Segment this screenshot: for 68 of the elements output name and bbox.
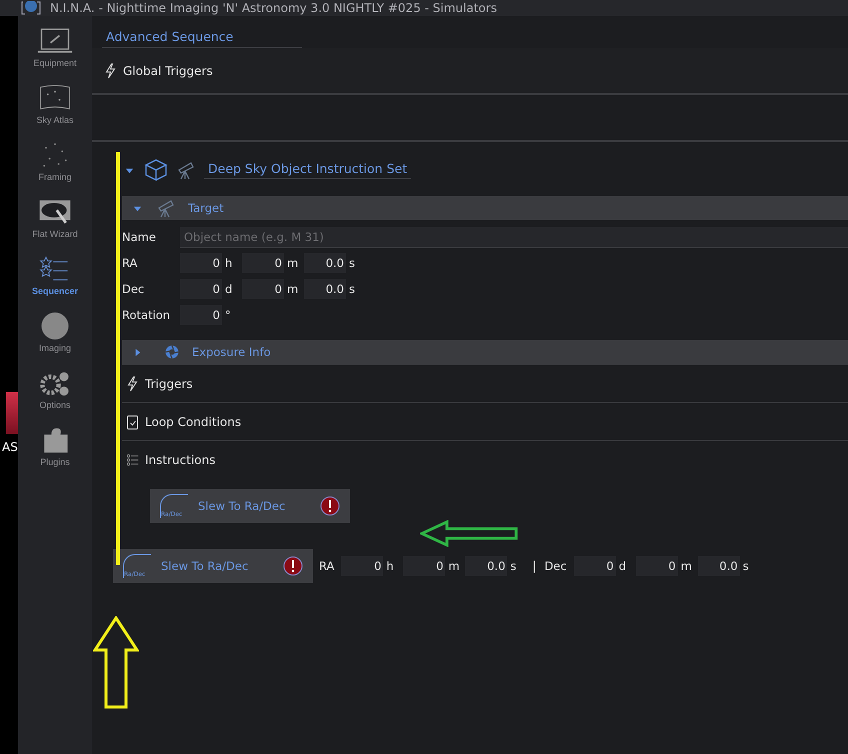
window-title: N.I.N.A. - Nighttime Imaging 'N' Astronomy 3.0 NIGHTLY #025 - Simulators bbox=[50, 1, 497, 15]
sidebar-item[interactable]: Flat Wizard bbox=[18, 197, 92, 252]
section-title: Triggers bbox=[145, 376, 193, 390]
app-logo-icon bbox=[20, 1, 42, 15]
number-field[interactable]: 0.0 bbox=[304, 253, 346, 273]
lightning-icon bbox=[126, 376, 139, 392]
section-title: Loop Conditions bbox=[145, 414, 242, 428]
separator-text: | bbox=[532, 559, 536, 573]
number-field[interactable]: 0 bbox=[574, 556, 616, 576]
unit-label: s bbox=[349, 282, 356, 296]
telescope-icon bbox=[176, 160, 196, 180]
field-label: Dec bbox=[544, 559, 567, 573]
sidebar-item[interactable]: Options bbox=[18, 368, 92, 423]
unit-label: s bbox=[349, 256, 356, 270]
number-field[interactable]: 0.0 bbox=[304, 279, 346, 299]
field-label: RA bbox=[319, 559, 334, 573]
unit-label: d bbox=[618, 559, 628, 573]
field-label: Dec bbox=[122, 282, 146, 296]
desktop-app-icon[interactable] bbox=[6, 392, 18, 434]
section-title: Instructions bbox=[145, 453, 216, 467]
sidebar-item[interactable]: Equipment bbox=[18, 26, 92, 81]
unit-label: m bbox=[680, 559, 693, 573]
lightning-icon bbox=[104, 62, 117, 78]
unit-label: m bbox=[287, 282, 299, 296]
number-field[interactable]: 0.0 bbox=[698, 556, 740, 576]
number-field[interactable]: 0 bbox=[242, 253, 284, 273]
aperture-icon bbox=[164, 344, 180, 360]
panel-title: Exposure Info bbox=[192, 345, 271, 359]
telescope-icon bbox=[156, 198, 176, 218]
sidebar-item[interactable]: Imaging bbox=[18, 311, 92, 366]
object-name-field[interactable]: Object name (e.g. M 31) bbox=[180, 226, 848, 248]
number-field[interactable]: 0 bbox=[242, 279, 284, 299]
sidebar-item[interactable]: Plugins bbox=[18, 425, 92, 480]
section-title: Global Triggers bbox=[123, 64, 213, 78]
caret-icon bbox=[132, 204, 142, 212]
field-label: RA bbox=[122, 256, 138, 270]
unit-label: h bbox=[225, 256, 234, 270]
instruction-title: Slew To Ra/Dec bbox=[161, 559, 250, 573]
panel-title: Target bbox=[188, 201, 224, 215]
desktop-icon-label: AS bbox=[2, 440, 18, 454]
number-field[interactable]: 0.0 bbox=[465, 556, 508, 576]
number-field[interactable]: 0 bbox=[403, 556, 446, 576]
number-field[interactable]: 0 bbox=[180, 253, 222, 273]
box-icon bbox=[144, 158, 168, 182]
sidebar-item[interactable]: Framing bbox=[18, 140, 92, 195]
unit-label: m bbox=[448, 559, 460, 573]
unit-label: ° bbox=[225, 308, 232, 322]
number-field[interactable]: 0 bbox=[341, 556, 384, 576]
number-field[interactable]: 0 bbox=[180, 279, 222, 299]
field-label: Name bbox=[122, 230, 157, 244]
sidebar-item[interactable]: Sequencer bbox=[18, 254, 92, 309]
unit-label: d bbox=[225, 282, 234, 296]
star-list-icon bbox=[126, 452, 139, 468]
unit-label: m bbox=[287, 256, 299, 270]
field-label: Rotation bbox=[122, 308, 172, 322]
clipboard-check-icon bbox=[126, 414, 139, 430]
number-field[interactable]: 0 bbox=[636, 556, 678, 576]
number-field[interactable]: 0 bbox=[180, 305, 222, 325]
unit-label: s bbox=[510, 559, 518, 573]
unit-label: h bbox=[386, 559, 395, 573]
instruction-set-title: Deep Sky Object Instruction Set bbox=[204, 161, 412, 179]
sidebar-item[interactable]: Sky Atlas bbox=[18, 83, 92, 138]
instruction-title: Slew To Ra/Dec bbox=[198, 499, 286, 513]
caret-icon bbox=[124, 166, 134, 174]
caret-icon bbox=[132, 348, 142, 356]
error-icon bbox=[283, 556, 303, 576]
unit-label: s bbox=[742, 559, 750, 573]
error-icon bbox=[320, 496, 340, 516]
